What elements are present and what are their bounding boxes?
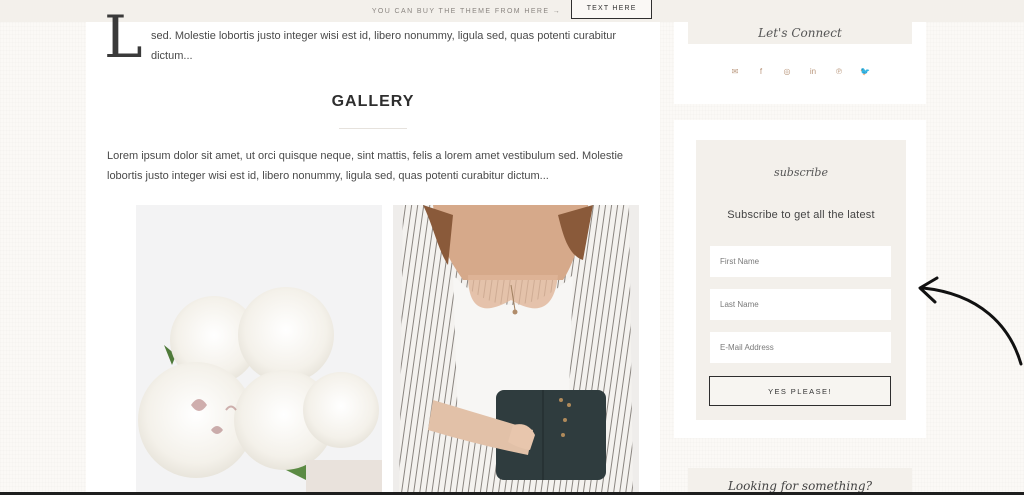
gallery-image-peonies[interactable] <box>136 205 382 495</box>
arrow-pointer-icon <box>918 276 1023 366</box>
gallery-heading: GALLERY <box>331 93 415 110</box>
gallery-paragraph: Lorem ipsum dolor sit amet, ut orci quis… <box>107 150 624 182</box>
email-field[interactable] <box>710 332 891 363</box>
email-icon[interactable]: ✉ <box>730 66 740 76</box>
drop-cap: L <box>104 3 143 71</box>
gallery-image-fashion[interactable] <box>393 205 639 495</box>
heading-divider <box>339 128 407 129</box>
fashion-illustration <box>393 205 639 495</box>
promo-text: YOU CAN BUY THE THEME FROM HERE → <box>371 7 562 15</box>
intro-paragraph: sed. Molestie lobortis justo integer wis… <box>151 30 617 62</box>
linkedin-icon[interactable]: in <box>808 66 818 76</box>
social-links: ✉ f ◎ in ℗ 🐦 <box>730 66 870 76</box>
connect-heading: Let's Connect <box>688 22 912 44</box>
top-promo-bar: YOU CAN BUY THE THEME FROM HERE → TEXT H… <box>0 0 1024 22</box>
promo-button[interactable]: TEXT HERE <box>571 0 653 19</box>
pinterest-icon[interactable]: ℗ <box>834 66 844 76</box>
search-widget-heading: Looking for something? <box>688 468 912 495</box>
subscribe-script-heading: subscribe <box>774 166 828 179</box>
subscribe-submit-button[interactable]: YES PLEASE! <box>709 376 891 406</box>
last-name-field[interactable] <box>710 289 891 320</box>
peonies-illustration <box>136 205 382 495</box>
twitter-icon[interactable]: 🐦 <box>860 66 870 76</box>
facebook-icon[interactable]: f <box>756 66 766 76</box>
subscribe-tagline: Subscribe to get all the latest <box>727 209 875 221</box>
instagram-icon[interactable]: ◎ <box>782 66 792 76</box>
first-name-field[interactable] <box>710 246 891 277</box>
